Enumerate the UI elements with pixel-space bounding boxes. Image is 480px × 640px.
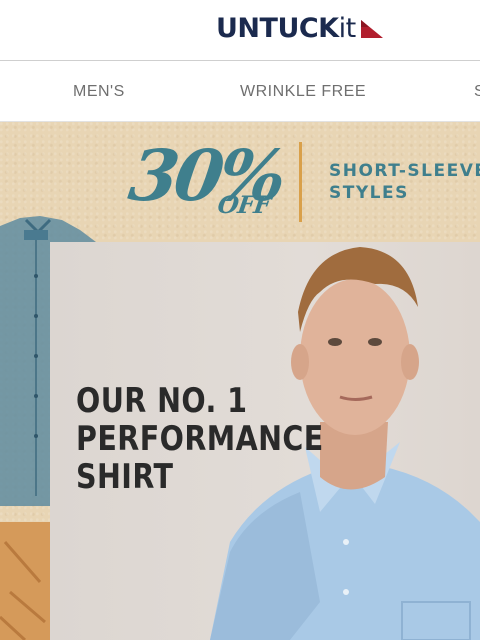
category-nav: MEN'S WRINKLE FREE S (0, 61, 480, 122)
promo-divider (299, 142, 302, 222)
fabric-swatch-illustration (0, 522, 50, 640)
untuckit-logo[interactable]: UNTUCKit (216, 12, 385, 44)
promo-off: OFF (215, 190, 273, 219)
nav-item-mens[interactable]: MEN'S (73, 83, 125, 101)
logo-wordmark: UNTUCKit (216, 12, 356, 44)
headline-line-2: PERFORMANCE (76, 419, 324, 459)
nav-item-next[interactable]: S (474, 83, 480, 101)
hero-headline: OUR NO. 1 PERFORMANCE SHIRT (76, 382, 324, 496)
site-header: UNTUCKit (0, 0, 480, 61)
hero-photo: OUR NO. 1 PERFORMANCE SHIRT (50, 242, 480, 640)
headline-line-3: SHIRT (76, 457, 174, 497)
nav-item-wrinkle-free[interactable]: WRINKLE FREE (240, 83, 366, 101)
hero-banner[interactable]: 30% OFF SHORT-SLEEVE STYLES OUR NO. 1 PE… (0, 122, 480, 640)
logo-shirt-tail-icon (360, 20, 383, 38)
promo-category-line2: STYLES (329, 183, 409, 203)
headline-line-1: OUR NO. 1 (76, 381, 248, 421)
promo-category-line1: SHORT-SLEEVE (329, 161, 480, 181)
